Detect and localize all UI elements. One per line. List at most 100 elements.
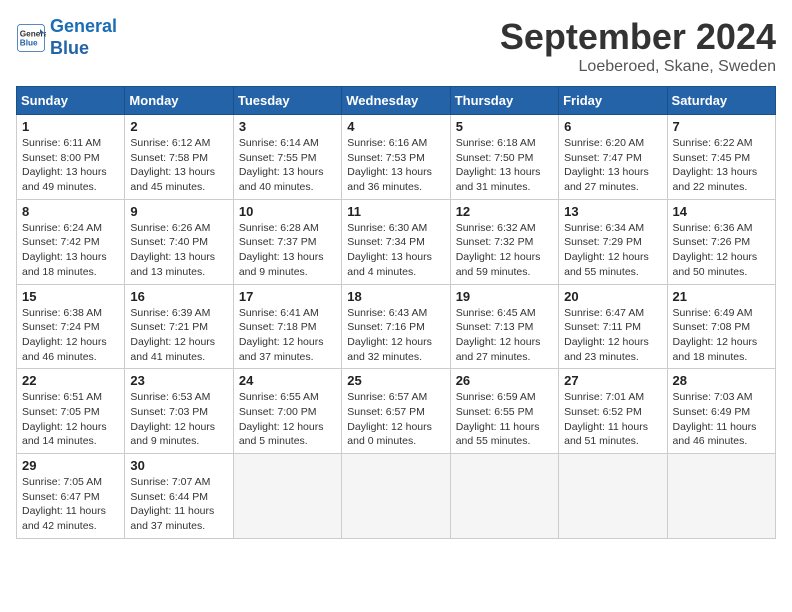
weekday-header-thursday: Thursday — [450, 87, 558, 115]
weekday-header-friday: Friday — [559, 87, 667, 115]
calendar-cell: 6Sunrise: 6:20 AM Sunset: 7:47 PM Daylig… — [559, 115, 667, 200]
day-number: 15 — [22, 289, 119, 304]
day-number: 5 — [456, 119, 553, 134]
day-info: Sunrise: 6:38 AM Sunset: 7:24 PM Dayligh… — [22, 306, 119, 365]
calendar-cell — [233, 454, 341, 539]
day-number: 3 — [239, 119, 336, 134]
calendar-cell: 5 Sunrise: 6:18 AM Sunset: 7:50 PM Daylig… — [450, 115, 558, 200]
location-title: Loeberoed, Skane, Sweden — [500, 58, 776, 76]
day-info: Sunrise: 6:12 AM Sunset: 7:58 PM Dayligh… — [130, 136, 227, 195]
day-number: 7 — [673, 119, 770, 134]
week-row-2: 8 Sunrise: 6:24 AM Sunset: 7:42 PM Daylig… — [17, 199, 776, 284]
weekday-header-monday: Monday — [125, 87, 233, 115]
day-info: Sunrise: 7:07 AM Sunset: 6:44 PM Dayligh… — [130, 475, 227, 534]
day-info: Sunrise: 6:11 AM Sunset: 8:00 PM Dayligh… — [22, 136, 119, 195]
day-info: Sunrise: 6:59 AM Sunset: 6:55 PM Dayligh… — [456, 390, 553, 449]
day-info: Sunrise: 6:14 AM Sunset: 7:55 PM Dayligh… — [239, 136, 336, 195]
header: General Blue General Blue September 2024… — [16, 16, 776, 76]
calendar-cell — [342, 454, 450, 539]
day-number: 14 — [673, 204, 770, 219]
month-title: September 2024 — [500, 16, 776, 58]
day-number: 4 — [347, 119, 444, 134]
week-row-3: 15 Sunrise: 6:38 AM Sunset: 7:24 PM Dayli… — [17, 284, 776, 369]
day-number: 1 — [22, 119, 119, 134]
calendar-cell: 2 Sunrise: 6:12 AM Sunset: 7:58 PM Daylig… — [125, 115, 233, 200]
weekday-header-row: SundayMondayTuesdayWednesdayThursdayFrid… — [17, 87, 776, 115]
calendar-cell: 18Sunrise: 6:43 AM Sunset: 7:16 PM Dayli… — [342, 284, 450, 369]
calendar-cell: 4 Sunrise: 6:16 AM Sunset: 7:53 PM Daylig… — [342, 115, 450, 200]
day-info: Sunrise: 6:36 AM Sunset: 7:26 PM Dayligh… — [673, 221, 770, 280]
calendar-cell: 14 Sunrise: 6:36 AM Sunset: 7:26 PM Dayli… — [667, 199, 775, 284]
calendar-cell: 10Sunrise: 6:28 AM Sunset: 7:37 PM Dayli… — [233, 199, 341, 284]
day-number: 18 — [347, 289, 444, 304]
weekday-header-wednesday: Wednesday — [342, 87, 450, 115]
day-info: Sunrise: 6:22 AM Sunset: 7:45 PM Dayligh… — [673, 136, 770, 195]
calendar-cell: 7 Sunrise: 6:22 AM Sunset: 7:45 PM Daylig… — [667, 115, 775, 200]
calendar-cell: 8 Sunrise: 6:24 AM Sunset: 7:42 PM Daylig… — [17, 199, 125, 284]
day-info: Sunrise: 6:45 AM Sunset: 7:13 PM Dayligh… — [456, 306, 553, 365]
calendar-cell: 24Sunrise: 6:55 AM Sunset: 7:00 PM Dayli… — [233, 369, 341, 454]
day-info: Sunrise: 6:24 AM Sunset: 7:42 PM Dayligh… — [22, 221, 119, 280]
calendar-cell: 19 Sunrise: 6:45 AM Sunset: 7:13 PM Dayli… — [450, 284, 558, 369]
day-info: Sunrise: 6:41 AM Sunset: 7:18 PM Dayligh… — [239, 306, 336, 365]
calendar-cell: 28Sunrise: 7:03 AM Sunset: 6:49 PM Dayli… — [667, 369, 775, 454]
day-number: 2 — [130, 119, 227, 134]
day-number: 30 — [130, 458, 227, 473]
day-info: Sunrise: 7:05 AM Sunset: 6:47 PM Dayligh… — [22, 475, 119, 534]
calendar-cell: 25Sunrise: 6:57 AM Sunset: 6:57 PM Dayli… — [342, 369, 450, 454]
day-number: 26 — [456, 373, 553, 388]
day-number: 6 — [564, 119, 661, 134]
day-number: 27 — [564, 373, 661, 388]
day-number: 13 — [564, 204, 661, 219]
day-info: Sunrise: 6:49 AM Sunset: 7:08 PM Dayligh… — [673, 306, 770, 365]
day-info: Sunrise: 6:34 AM Sunset: 7:29 PM Dayligh… — [564, 221, 661, 280]
calendar-cell: 17 Sunrise: 6:41 AM Sunset: 7:18 PM Dayli… — [233, 284, 341, 369]
week-row-5: 29 Sunrise: 7:05 AM Sunset: 6:47 PM Dayli… — [17, 454, 776, 539]
day-number: 29 — [22, 458, 119, 473]
calendar-cell: 29 Sunrise: 7:05 AM Sunset: 6:47 PM Dayli… — [17, 454, 125, 539]
day-number: 19 — [456, 289, 553, 304]
calendar-cell: 21Sunrise: 6:49 AM Sunset: 7:08 PM Dayli… — [667, 284, 775, 369]
calendar-cell: 27Sunrise: 7:01 AM Sunset: 6:52 PM Dayli… — [559, 369, 667, 454]
calendar-cell: 30 Sunrise: 7:07 AM Sunset: 6:44 PM Dayli… — [125, 454, 233, 539]
day-number: 22 — [22, 373, 119, 388]
day-info: Sunrise: 6:53 AM Sunset: 7:03 PM Dayligh… — [130, 390, 227, 449]
weekday-header-saturday: Saturday — [667, 87, 775, 115]
calendar-cell — [450, 454, 558, 539]
calendar-cell: 12 Sunrise: 6:32 AM Sunset: 7:32 PM Dayli… — [450, 199, 558, 284]
day-info: Sunrise: 6:18 AM Sunset: 7:50 PM Dayligh… — [456, 136, 553, 195]
calendar-cell: 1 Sunrise: 6:11 AM Sunset: 8:00 PM Daylig… — [17, 115, 125, 200]
day-number: 9 — [130, 204, 227, 219]
logo-text: General Blue — [50, 16, 117, 59]
day-info: Sunrise: 6:16 AM Sunset: 7:53 PM Dayligh… — [347, 136, 444, 195]
calendar-cell — [667, 454, 775, 539]
day-info: Sunrise: 6:57 AM Sunset: 6:57 PM Dayligh… — [347, 390, 444, 449]
calendar-cell: 9 Sunrise: 6:26 AM Sunset: 7:40 PM Daylig… — [125, 199, 233, 284]
calendar-cell: 26 Sunrise: 6:59 AM Sunset: 6:55 PM Dayli… — [450, 369, 558, 454]
day-number: 20 — [564, 289, 661, 304]
calendar-cell: 11Sunrise: 6:30 AM Sunset: 7:34 PM Dayli… — [342, 199, 450, 284]
day-info: Sunrise: 6:28 AM Sunset: 7:37 PM Dayligh… — [239, 221, 336, 280]
day-info: Sunrise: 6:32 AM Sunset: 7:32 PM Dayligh… — [456, 221, 553, 280]
calendar-cell: 13 Sunrise: 6:34 AM Sunset: 7:29 PM Dayli… — [559, 199, 667, 284]
week-row-1: 1 Sunrise: 6:11 AM Sunset: 8:00 PM Daylig… — [17, 115, 776, 200]
logo: General Blue General Blue — [16, 16, 117, 59]
day-number: 17 — [239, 289, 336, 304]
svg-text:Blue: Blue — [20, 38, 38, 47]
day-info: Sunrise: 7:03 AM Sunset: 6:49 PM Dayligh… — [673, 390, 770, 449]
day-number: 24 — [239, 373, 336, 388]
calendar-table: SundayMondayTuesdayWednesdayThursdayFrid… — [16, 86, 776, 539]
day-info: Sunrise: 6:47 AM Sunset: 7:11 PM Dayligh… — [564, 306, 661, 365]
calendar-cell: 20 Sunrise: 6:47 AM Sunset: 7:11 PM Dayli… — [559, 284, 667, 369]
day-number: 8 — [22, 204, 119, 219]
week-row-4: 22 Sunrise: 6:51 AM Sunset: 7:05 PM Dayli… — [17, 369, 776, 454]
svg-text:General: General — [20, 29, 46, 38]
weekday-header-tuesday: Tuesday — [233, 87, 341, 115]
day-info: Sunrise: 6:26 AM Sunset: 7:40 PM Dayligh… — [130, 221, 227, 280]
title-area: September 2024 Loeberoed, Skane, Sweden — [500, 16, 776, 76]
calendar-cell: 23Sunrise: 6:53 AM Sunset: 7:03 PM Dayli… — [125, 369, 233, 454]
day-info: Sunrise: 6:51 AM Sunset: 7:05 PM Dayligh… — [22, 390, 119, 449]
calendar-cell — [559, 454, 667, 539]
logo-icon: General Blue — [16, 23, 46, 53]
day-number: 12 — [456, 204, 553, 219]
